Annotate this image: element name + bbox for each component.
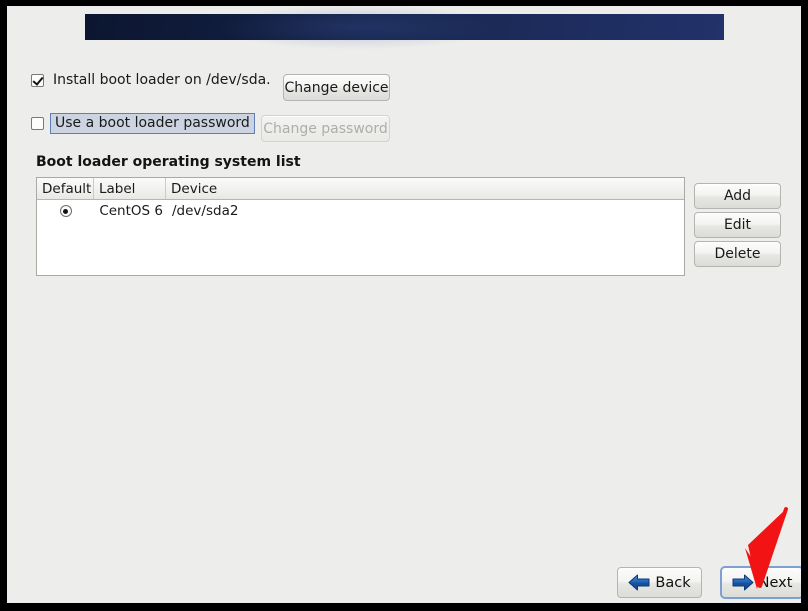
column-header-default: Default	[37, 178, 94, 199]
use-password-label[interactable]: Use a boot loader password	[50, 113, 255, 134]
next-button-label: Next	[758, 574, 793, 591]
install-bootloader-row: Install boot loader on /dev/sda.	[31, 72, 271, 88]
delete-button[interactable]: Delete	[694, 241, 781, 267]
add-button[interactable]: Add	[694, 183, 781, 209]
use-password-row: Use a boot loader password	[31, 113, 255, 134]
header-banner	[85, 6, 724, 51]
table-row[interactable]: CentOS 6 /dev/sda2	[37, 200, 684, 222]
install-bootloader-label: Install boot loader on /dev/sda.	[53, 72, 271, 88]
row-device-cell: /dev/sda2	[172, 203, 239, 219]
os-list-table: Default Label Device CentOS 6 /dev/sda2	[36, 177, 685, 276]
back-button-label: Back	[655, 574, 691, 591]
arrow-left-icon	[628, 574, 650, 591]
column-header-label: Label	[94, 178, 166, 199]
os-list-heading: Boot loader operating system list	[36, 154, 301, 170]
table-header-row: Default Label Device	[37, 178, 684, 200]
edit-button[interactable]: Edit	[694, 212, 781, 238]
installer-window: Install boot loader on /dev/sda. Change …	[7, 6, 801, 603]
row-default-cell	[37, 205, 94, 217]
change-password-button: Change password	[261, 115, 390, 142]
default-os-radio[interactable]	[59, 205, 72, 217]
back-button[interactable]: Back	[617, 567, 702, 598]
change-device-button[interactable]: Change device	[283, 74, 390, 101]
arrow-right-icon	[732, 574, 754, 591]
next-button[interactable]: Next	[720, 566, 801, 599]
banner-sheen	[212, 6, 501, 51]
use-password-checkbox[interactable]	[31, 117, 44, 130]
row-label-cell: CentOS 6	[99, 203, 163, 219]
install-bootloader-checkbox[interactable]	[31, 73, 44, 87]
column-header-device: Device	[171, 180, 218, 197]
